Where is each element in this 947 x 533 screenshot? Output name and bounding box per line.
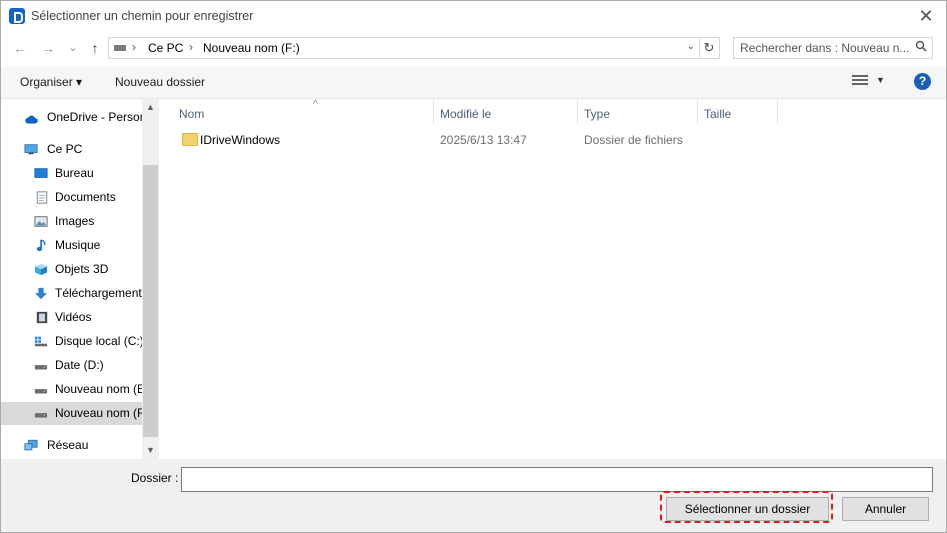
- sidebar-item-objets-3d[interactable]: Objets 3D: [1, 258, 142, 281]
- sidebar-item-label: Disque local (C:): [55, 334, 142, 348]
- navigation-pane: OneDrive - Person Ce PC Bureau Documents…: [1, 99, 159, 459]
- up-arrow-icon[interactable]: ↑: [86, 39, 104, 57]
- sidebar-item-musique[interactable]: Musique: [1, 234, 142, 257]
- sidebar-item-ce-pc[interactable]: Ce PC: [1, 138, 142, 161]
- column-header-label: Type: [584, 107, 611, 121]
- folder-name-input[interactable]: [181, 467, 933, 492]
- sidebar-item-reseau[interactable]: Réseau: [1, 434, 142, 457]
- file-type: Dossier de fichiers: [584, 133, 683, 147]
- column-header-type[interactable]: Type: [578, 103, 696, 125]
- download-icon: [34, 287, 48, 300]
- column-header-modified[interactable]: Modifié le: [434, 103, 577, 125]
- table-row[interactable]: IDriveWindows 2025/6/13 13:47 Dossier de…: [174, 129, 774, 151]
- dialog-title: Sélectionner un chemin pour enregistrer: [31, 9, 254, 23]
- search-placeholder: Rechercher dans : Nouveau n...: [740, 41, 910, 55]
- sidebar-item-date-d[interactable]: Date (D:): [1, 354, 142, 377]
- sidebar-item-label: Réseau: [47, 438, 89, 452]
- drive-icon: [114, 45, 126, 51]
- sidebar-item-label: Date (D:): [55, 358, 104, 372]
- breadcrumb-separator-icon: ›: [189, 40, 193, 54]
- sidebar-item-label: Ce PC: [47, 142, 83, 156]
- sidebar-item-label: Téléchargements: [55, 286, 142, 300]
- sidebar-item-label: Vidéos: [55, 310, 92, 324]
- search-input[interactable]: Rechercher dans : Nouveau n...: [733, 37, 933, 59]
- address-bar[interactable]: › Ce PC › Nouveau nom (F:) ⌄: [108, 37, 700, 59]
- sidebar-item-label: Nouveau nom (E: [55, 382, 142, 396]
- sidebar-item-videos[interactable]: Vidéos: [1, 306, 142, 329]
- sidebar-item-label: Nouveau nom (F: [55, 406, 142, 420]
- sidebar-item-telechargements[interactable]: Téléchargements: [1, 282, 142, 305]
- search-icon[interactable]: [915, 40, 927, 55]
- cloud-icon: [25, 115, 38, 124]
- back-arrow-icon[interactable]: ←: [11, 39, 29, 57]
- music-icon: [36, 239, 46, 252]
- windows-drive-icon: [34, 336, 48, 347]
- cancel-button[interactable]: Annuler: [842, 497, 929, 521]
- command-toolbar: Organiser ▾ Nouveau dossier ▼ ?: [1, 67, 946, 99]
- column-header-label: Taille: [704, 107, 732, 121]
- breadcrumb-ce-pc[interactable]: Ce PC: [148, 41, 183, 55]
- sidebar-item-label: Images: [55, 214, 95, 228]
- computer-icon: [24, 144, 38, 155]
- column-header-size[interactable]: Taille: [698, 103, 777, 125]
- folder-label: Dossier :: [131, 471, 179, 485]
- organize-menu-button[interactable]: Organiser ▾: [20, 75, 82, 89]
- scroll-down-arrow-icon[interactable]: ▼: [142, 442, 159, 458]
- select-folder-button[interactable]: Sélectionner un dossier: [666, 497, 829, 521]
- scroll-up-arrow-icon[interactable]: ▲: [142, 99, 159, 115]
- new-folder-button[interactable]: Nouveau dossier: [115, 75, 205, 89]
- desktop-icon: [34, 168, 48, 178]
- help-icon[interactable]: ?: [914, 73, 931, 90]
- app-logo-icon: [9, 8, 25, 24]
- sidebar-item-bureau[interactable]: Bureau: [1, 162, 142, 185]
- video-icon: [36, 311, 48, 324]
- documents-icon: [36, 191, 48, 204]
- breadcrumb-separator-icon: ›: [132, 40, 136, 54]
- sidebar-item-documents[interactable]: Documents: [1, 186, 142, 209]
- sidebar-item-nouveau-nom-e[interactable]: Nouveau nom (E: [1, 378, 142, 401]
- drive-icon: [34, 389, 48, 394]
- sidebar-item-label: OneDrive - Person: [47, 110, 142, 124]
- dialog-footer: Dossier : Sélectionner un dossier Annule…: [1, 459, 946, 532]
- drive-icon: [34, 365, 48, 370]
- save-path-dialog: Sélectionner un chemin pour enregistrer …: [0, 0, 947, 533]
- sidebar-item-label: Objets 3D: [55, 262, 109, 276]
- cube-icon: [34, 263, 48, 276]
- view-options-icon[interactable]: [852, 75, 868, 89]
- breadcrumb-current-drive[interactable]: Nouveau nom (F:): [203, 41, 300, 55]
- file-list: Nom ^ Modifié le Type Taille IDriveWindo…: [159, 99, 946, 459]
- drive-icon: [34, 413, 48, 418]
- sidebar-item-images[interactable]: Images: [1, 210, 142, 233]
- column-header-name[interactable]: Nom ^: [173, 99, 433, 125]
- network-icon: [24, 439, 38, 451]
- sidebar-item-label: Bureau: [55, 166, 94, 180]
- sidebar-scroll-thumb[interactable]: [143, 165, 158, 437]
- file-modified: 2025/6/13 13:47: [440, 133, 527, 147]
- folder-icon: [182, 133, 198, 146]
- sidebar-item-label: Musique: [55, 238, 101, 252]
- images-icon: [34, 216, 48, 227]
- sidebar-item-label: Documents: [55, 190, 116, 204]
- navigation-bar: ← → ⌄ ↑ › Ce PC › Nouveau nom (F:) ⌄ ↻ R…: [1, 35, 946, 63]
- column-header-label: Nom: [179, 107, 205, 121]
- chevron-down-icon[interactable]: ⌄: [687, 41, 695, 52]
- title-bar: Sélectionner un chemin pour enregistrer …: [1, 1, 946, 32]
- refresh-icon[interactable]: ↻: [699, 37, 720, 59]
- chevron-down-icon[interactable]: ▼: [876, 75, 885, 85]
- sort-ascending-icon: ^: [313, 99, 318, 110]
- forward-arrow-icon[interactable]: →: [39, 39, 57, 57]
- recent-locations-chevron-icon[interactable]: ⌄: [64, 39, 82, 57]
- column-divider[interactable]: [777, 99, 778, 125]
- column-header-label: Modifié le: [440, 107, 492, 121]
- sidebar-item-nouveau-nom-f[interactable]: Nouveau nom (F: [1, 402, 142, 425]
- file-name: IDriveWindows: [200, 133, 281, 147]
- sidebar-item-onedrive[interactable]: OneDrive - Person: [1, 106, 142, 129]
- sidebar-item-disque-c[interactable]: Disque local (C:): [1, 330, 142, 353]
- close-icon[interactable]: ✕: [916, 5, 936, 27]
